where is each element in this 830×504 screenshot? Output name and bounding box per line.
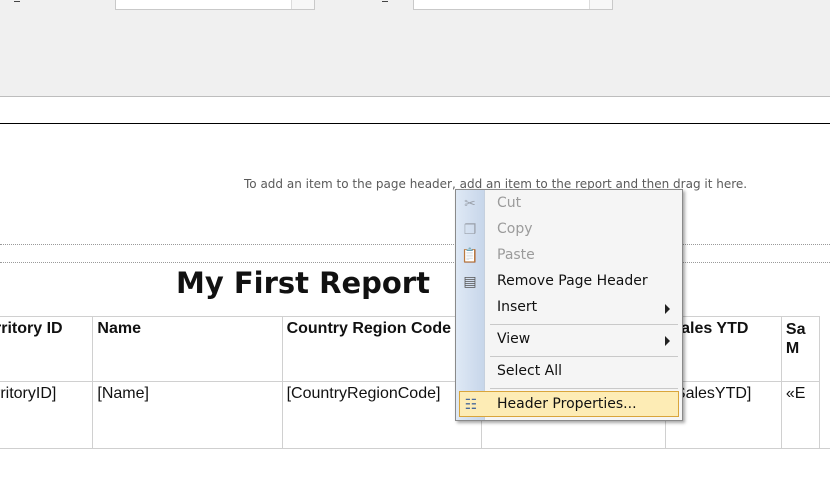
- menu-item-label: Select All: [497, 363, 562, 379]
- body-bottom-border: [0, 448, 830, 449]
- table-cell[interactable]: [Name]: [92, 381, 283, 449]
- parameter-panel: [0, 0, 830, 97]
- menu-item-cut[interactable]: ✂ Cut: [456, 191, 682, 217]
- menu-item-label: Insert: [497, 299, 538, 315]
- parameter-label-fragment: [14, 0, 20, 2]
- parameter-label-fragment: [382, 0, 388, 2]
- table-header-cell[interactable]: Country Region Code: [281, 316, 482, 382]
- table-cell[interactable]: rritoryID]: [0, 381, 94, 449]
- menu-item-label: Header Properties...: [497, 396, 637, 412]
- menu-item-label: View: [497, 331, 531, 347]
- menu-item-select-all[interactable]: Select All: [456, 359, 682, 385]
- menu-item-label: Copy: [497, 221, 533, 237]
- menu-item-label: Paste: [497, 247, 535, 263]
- chevron-down-icon[interactable]: [589, 0, 612, 9]
- table-row: rritoryID] [Name] [CountryRegionCode] [S…: [0, 381, 821, 449]
- submenu-arrow-icon: [665, 304, 670, 314]
- page-header-bottom-border: [0, 244, 830, 245]
- table-cell[interactable]: «E: [780, 381, 821, 449]
- menu-separator: [490, 356, 678, 357]
- panel-divider-band: [0, 97, 830, 123]
- table-cell[interactable]: [CountryRegionCode]: [281, 381, 482, 449]
- table-cell[interactable]: [SalesYTD]: [665, 381, 782, 449]
- parameter-dropdown-1[interactable]: [115, 0, 315, 10]
- submenu-arrow-icon: [665, 336, 670, 346]
- paste-icon: 📋: [461, 248, 479, 264]
- table-header-row: rritory ID Name Country Region Code Sale…: [0, 316, 821, 382]
- page-header-icon: ▤: [463, 274, 477, 290]
- table-header-cell[interactable]: Name: [92, 316, 283, 382]
- header-cell-line: M: [785, 340, 800, 357]
- report-table[interactable]: rritory ID Name Country Region Code Sale…: [0, 316, 821, 449]
- menu-item-insert[interactable]: Insert: [456, 295, 682, 321]
- menu-item-remove-page-header[interactable]: ▤ Remove Page Header: [456, 269, 682, 295]
- menu-item-header-properties[interactable]: ☷ Header Properties...: [459, 391, 679, 417]
- parameter-dropdown-2[interactable]: [413, 0, 613, 10]
- copy-icon: ❐: [463, 222, 477, 238]
- menu-separator: [490, 324, 678, 325]
- table-header-cell[interactable]: Sales YTD: [665, 316, 782, 382]
- scissors-icon: ✂: [464, 196, 476, 212]
- menu-separator: [490, 388, 678, 389]
- chevron-down-icon[interactable]: [291, 0, 314, 9]
- table-header-cell[interactable]: Sa M: [780, 316, 821, 382]
- menu-item-view[interactable]: View: [456, 327, 682, 353]
- menu-item-copy[interactable]: ❐ Copy: [456, 217, 682, 243]
- header-cell-line: Sa: [785, 321, 806, 338]
- properties-icon: ☷: [464, 397, 478, 413]
- context-menu: ✂ Cut ❐ Copy 📋 Paste ▤ Remove Page Heade…: [455, 189, 683, 421]
- menu-item-label: Remove Page Header: [497, 273, 648, 289]
- report-title-textbox[interactable]: My First Report: [176, 266, 430, 300]
- menu-item-label: Cut: [497, 195, 522, 211]
- table-header-cell[interactable]: rritory ID: [0, 316, 94, 382]
- menu-item-paste[interactable]: 📋 Paste: [456, 243, 682, 269]
- body-top-border: [0, 262, 830, 263]
